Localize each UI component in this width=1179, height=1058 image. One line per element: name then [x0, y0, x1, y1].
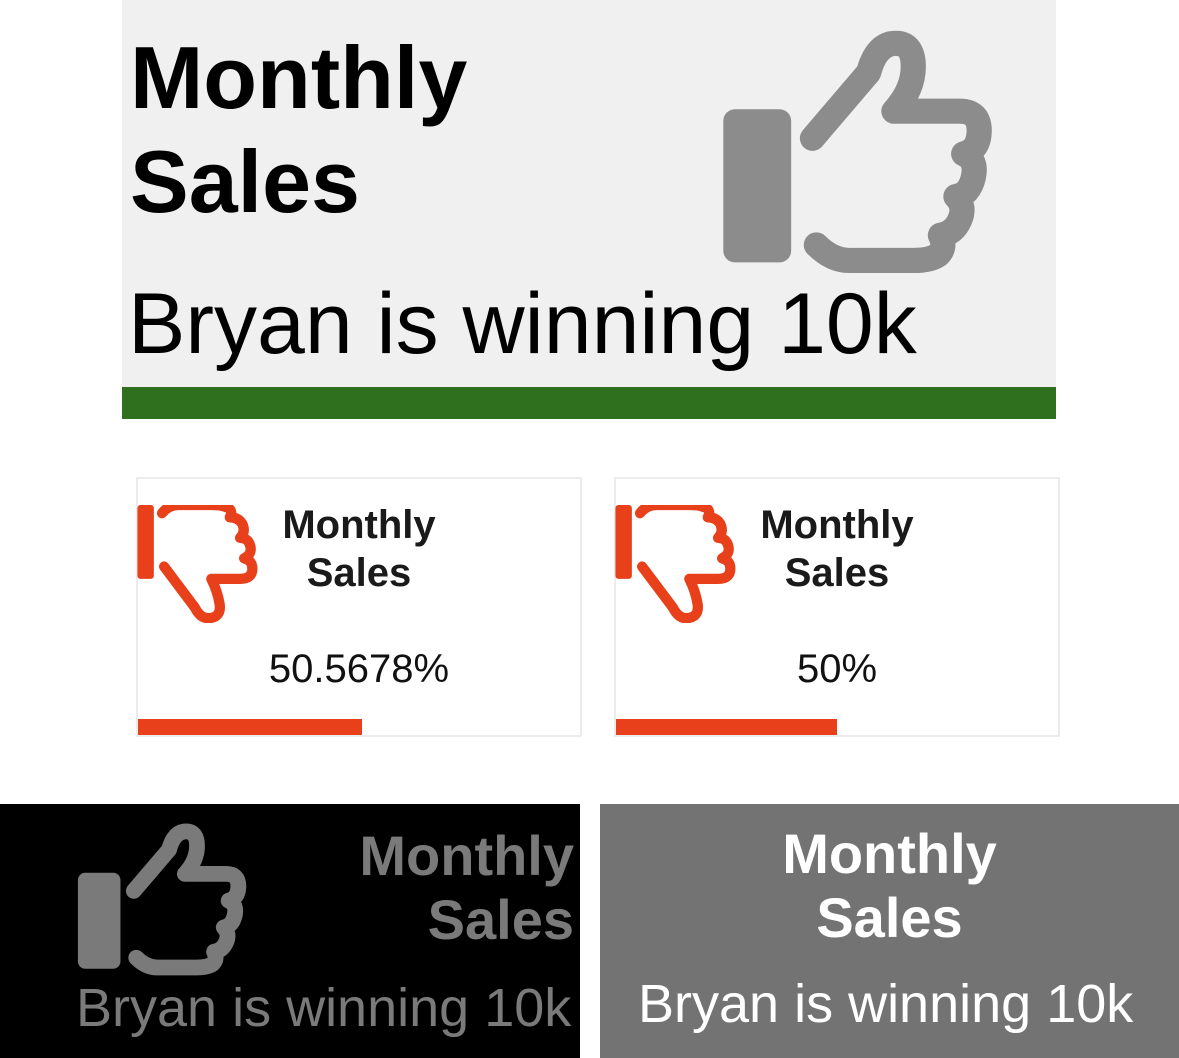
sales-card-percent: Monthly Sales 50%	[614, 477, 1060, 737]
card-message: Bryan is winning 10k	[76, 978, 572, 1038]
progress-bar	[138, 719, 580, 735]
thumbs-up-icon	[714, 22, 1004, 274]
sales-card-percent: Monthly Sales 50.5678%	[136, 477, 582, 737]
card-title: Monthly Sales	[282, 503, 436, 595]
card-value: 50%	[796, 647, 878, 691]
card-title: Monthly Sales	[359, 824, 574, 951]
card-title: Monthly Sales	[782, 822, 997, 949]
progress-bar	[616, 719, 1058, 735]
sales-card-dark: Monthly Sales Bryan is winning 10k	[0, 804, 580, 1058]
card-title: Monthly Sales	[760, 503, 914, 595]
thumbs-up-icon	[72, 818, 254, 976]
progress-fill	[616, 719, 837, 735]
card-message: Bryan is winning 10k	[638, 974, 1134, 1034]
progress-fill	[138, 719, 362, 735]
card-title: Monthly Sales	[130, 28, 468, 231]
status-bar	[122, 387, 1056, 419]
card-value: 50.5678%	[268, 647, 450, 691]
card-message: Bryan is winning 10k	[128, 276, 917, 372]
thumbs-down-icon	[136, 505, 262, 623]
sales-card-main: Monthly Sales Bryan is winning 10k	[122, 0, 1056, 419]
thumbs-down-icon	[614, 505, 740, 623]
sales-card-gray: Monthly Sales Bryan is winning 10k	[600, 804, 1179, 1058]
